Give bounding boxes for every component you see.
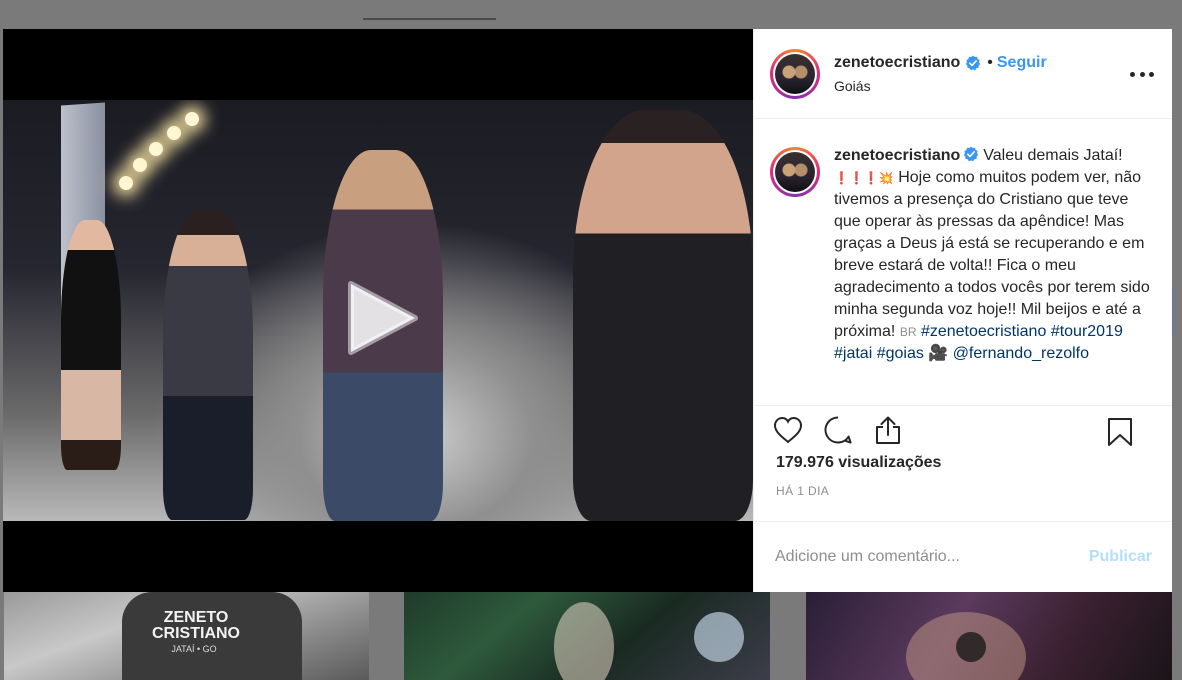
camera-emoji: 🎥 [928, 345, 949, 362]
avatar-image [775, 152, 815, 192]
location-link[interactable]: Goiás [834, 78, 1047, 94]
stage-light [149, 142, 163, 156]
comment-input[interactable] [775, 548, 1075, 566]
thumbnail-logo-text: ZENETO CRISTIANO [152, 609, 240, 642]
caption-emoji: ❗❗❗💥 [834, 171, 894, 185]
avatar[interactable] [770, 48, 820, 99]
stage-light [185, 112, 199, 126]
video-player[interactable] [3, 100, 753, 521]
post-media [3, 29, 753, 592]
header-text: zenetoecristiano • Seguir Goiás [834, 54, 1047, 94]
grid-thumbnail-1[interactable]: ZENETO CRISTIANO JATAÍ • GO [4, 592, 369, 680]
stage-light [133, 158, 147, 172]
flag-emoji: BR [899, 325, 917, 339]
mention-link[interactable]: @fernando_rezolfo [953, 345, 1089, 362]
comment-form: Publicar [754, 522, 1172, 592]
accordion-player-figure [163, 210, 253, 520]
hashtag-link[interactable]: #jatai [834, 345, 872, 362]
hashtag-link[interactable]: #goias [877, 345, 924, 362]
hashtag-link[interactable]: #zenetoecristiano [921, 323, 1046, 340]
hashtag-link[interactable]: #tour2019 [1051, 323, 1123, 340]
caption-avatar[interactable] [770, 147, 820, 197]
verified-badge-icon [966, 55, 981, 70]
post-sidebar: zenetoecristiano • Seguir Goiás zenetoec… [753, 29, 1172, 592]
dancer-figure [61, 220, 121, 470]
stage-light [119, 176, 133, 190]
post-modal: zenetoecristiano • Seguir Goiás zenetoec… [3, 29, 1172, 592]
more-horizontal-icon[interactable] [1130, 62, 1154, 86]
follow-button[interactable]: Seguir [997, 54, 1047, 72]
thumbnail-logo-sub: JATAÍ • GO [171, 644, 217, 654]
caption-body: Hoje como muitos podem ver, não tivemos … [834, 169, 1150, 340]
username-link[interactable]: zenetoecristiano [834, 54, 960, 72]
grid-thumbnail-2[interactable] [404, 592, 770, 680]
publish-button[interactable]: Publicar [1089, 548, 1152, 566]
singer-figure-foreground [573, 110, 753, 521]
grid-thumbnail-3[interactable] [806, 592, 1172, 680]
bookmark-icon[interactable] [1104, 416, 1136, 448]
share-icon[interactable] [872, 414, 904, 446]
post-header: zenetoecristiano • Seguir Goiás [754, 29, 1172, 119]
top-divider [363, 18, 496, 20]
heart-icon[interactable] [772, 414, 804, 446]
right-edge-indicator [1172, 286, 1182, 336]
caption-intro: Valeu demais Jataí! [983, 147, 1123, 164]
avatar-image [775, 53, 815, 94]
post-timestamp[interactable]: HÁ 1 DIA [754, 476, 1172, 522]
action-bar [754, 406, 1172, 454]
caption-username-link[interactable]: zenetoecristiano [834, 147, 960, 164]
stage-light [167, 126, 181, 140]
view-count[interactable]: 179.976 visualizações [754, 454, 1172, 476]
comment-bubble-icon[interactable] [822, 414, 854, 446]
caption-area: zenetoecristiano Valeu demais Jataí! ❗❗❗… [754, 119, 1172, 406]
play-icon[interactable] [341, 278, 421, 358]
caption-text: zenetoecristiano Valeu demais Jataí! ❗❗❗… [834, 145, 1152, 405]
separator-dot: • [987, 53, 993, 71]
verified-badge-icon [964, 146, 979, 162]
